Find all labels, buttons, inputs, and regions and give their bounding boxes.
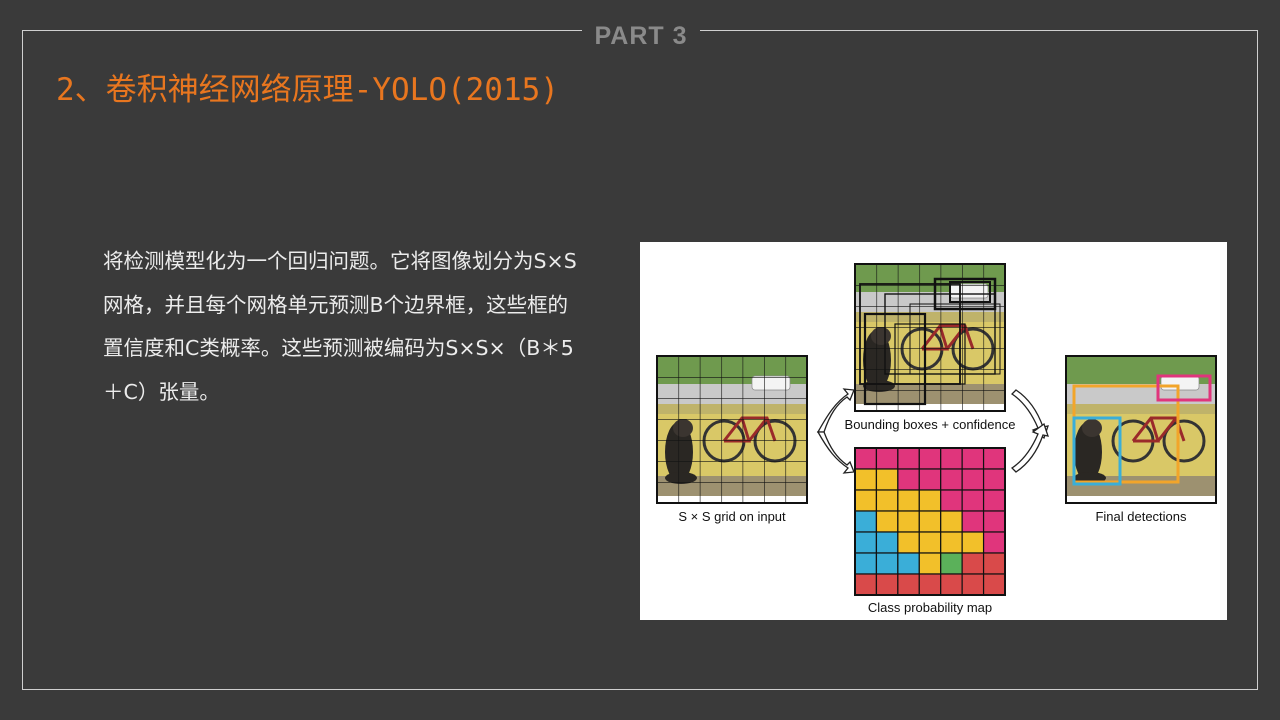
class-map-cell (961, 531, 985, 554)
class-map-cell (875, 447, 899, 470)
slide-title: 2、卷积神经网络原理-YOLO(2015) (56, 72, 559, 108)
class-map-cell (961, 468, 985, 491)
class-map-cell (940, 489, 963, 512)
class-map-cell (982, 573, 1006, 596)
class-map-cell (897, 573, 920, 596)
class-map-cell (897, 489, 920, 512)
yolo-diagram-svg: S × S grid on input Bounding boxes + con… (655, 262, 1218, 615)
class-map-cell (897, 510, 920, 533)
class-map-cell (875, 468, 899, 491)
class-map-cell (875, 573, 899, 596)
class-map-cell (897, 552, 920, 575)
arrow-classmap-to-final (1010, 422, 1049, 473)
class-map-cell (918, 468, 942, 491)
class-map-cell (961, 447, 985, 470)
class-map-cell (918, 573, 942, 596)
yolo-diagram: S × S grid on input Bounding boxes + con… (640, 242, 1227, 620)
class-map-cell (961, 552, 985, 575)
class-map-cell (961, 489, 985, 512)
class-map-cell (897, 447, 920, 470)
arrow-input-to-classmap (816, 431, 855, 474)
class-map-cell (961, 510, 985, 533)
class-map-cell (854, 510, 878, 533)
class-map-cell (982, 447, 1006, 470)
class-map-cell (875, 489, 899, 512)
class-map-cell (897, 531, 920, 554)
class-map-cell (918, 552, 942, 575)
class-map-cell (982, 552, 1006, 575)
class-map-cell (918, 510, 942, 533)
class-map-cell (961, 573, 985, 596)
class-map-cell (940, 531, 963, 554)
class-map-cell (918, 447, 942, 470)
class-map-cell (982, 531, 1006, 554)
class-map-cell (982, 468, 1006, 491)
bounding-boxes-image (853, 262, 1007, 412)
part-label: PART 3 (582, 18, 700, 52)
class-probability-map (854, 447, 1006, 596)
caption-final: Final detections (1095, 509, 1187, 524)
class-map-cell (854, 552, 878, 575)
class-map-cell (982, 510, 1006, 533)
class-map-cell (918, 489, 942, 512)
class-map-cell (875, 510, 899, 533)
caption-boxes: Bounding boxes + confidence (845, 417, 1016, 432)
class-map-cell (940, 573, 963, 596)
class-map-cell (940, 447, 963, 470)
class-map-cell (940, 468, 963, 491)
class-map-cell (854, 573, 878, 596)
class-map-cell (940, 552, 963, 575)
caption-class-map: Class probability map (868, 600, 992, 615)
class-map-cell (982, 489, 1006, 512)
class-map-cell (854, 531, 878, 554)
input-grid-image (655, 354, 809, 504)
class-map-cell (854, 447, 878, 470)
final-detections-image (1064, 354, 1218, 504)
description-text: 将检测模型化为一个回归问题。它将图像划分为S×S网格，并且每个网格单元预测B个边… (103, 249, 577, 404)
class-map-cell (918, 531, 942, 554)
class-map-cell (897, 468, 920, 491)
class-map-cell (875, 531, 899, 554)
class-map-cell (854, 489, 878, 512)
class-map-cell (940, 510, 963, 533)
class-map-cell (875, 552, 899, 575)
class-map-cell (854, 468, 878, 491)
caption-input: S × S grid on input (678, 509, 786, 524)
